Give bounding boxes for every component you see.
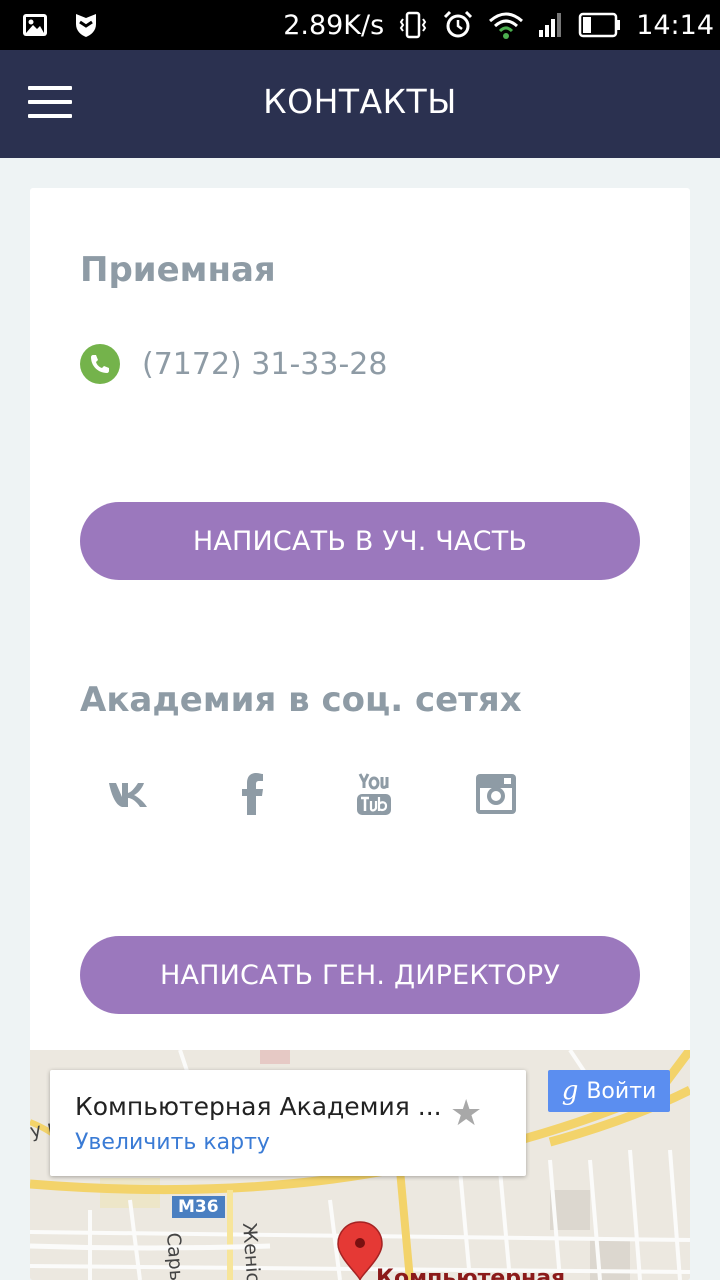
instagram-icon[interactable]: [474, 772, 518, 816]
write-academic-button[interactable]: НАПИСАТЬ В УЧ. ЧАСТЬ: [80, 502, 640, 580]
social-icons: [30, 772, 690, 816]
gallery-icon: [23, 14, 47, 36]
contacts-card: Приемная (7172) 31-33-28 НАПИСАТЬ В УЧ. …: [30, 188, 690, 1280]
reception-heading: Приемная: [80, 250, 276, 290]
signin-label: Войти: [586, 1078, 657, 1104]
write-director-button[interactable]: НАПИСАТЬ ГЕН. ДИРЕКТОРУ: [80, 936, 640, 1014]
vibrate-icon: [399, 11, 427, 39]
enlarge-map-link[interactable]: Увеличить карту: [75, 1130, 270, 1155]
google-icon: g: [561, 1076, 579, 1106]
wifi-icon: [489, 12, 524, 39]
clock: 14:14: [636, 9, 714, 41]
facebook-icon[interactable]: [238, 772, 268, 816]
social-heading: Академия в соц. сетях: [80, 680, 522, 720]
status-bar: 2.89K/s 14:14: [0, 0, 720, 50]
phone-icon: [80, 344, 120, 384]
phone-row[interactable]: (7172) 31-33-28: [80, 344, 387, 384]
google-signin-button[interactable]: g Войти: [548, 1070, 670, 1112]
road-label: M36: [172, 1196, 225, 1218]
app-bar: КОНТАКТЫ: [0, 50, 720, 158]
shield-icon: [76, 14, 96, 37]
place-name: Компьютерная Академия ...: [75, 1092, 442, 1121]
youtube-icon[interactable]: [354, 772, 394, 816]
vk-icon[interactable]: [106, 772, 154, 816]
map-marker-label: Компьютерная: [376, 1266, 566, 1280]
star-icon[interactable]: ★: [450, 1092, 482, 1134]
battery-icon: [578, 12, 621, 38]
street-label: Женіс: [238, 1222, 265, 1280]
network-speed: 2.89K/s: [283, 9, 385, 41]
alarm-icon: [444, 10, 473, 38]
street-label: Сарь: [162, 1232, 188, 1280]
signal-icon: [539, 13, 562, 37]
page-title: КОНТАКТЫ: [263, 82, 457, 121]
phone-number[interactable]: (7172) 31-33-28: [142, 347, 387, 382]
map[interactable]: M36 Сарь Женіс у к Компьютерная Компьюте…: [30, 1050, 690, 1280]
place-card: Компьютерная Академия ... Увеличить карт…: [50, 1070, 526, 1176]
